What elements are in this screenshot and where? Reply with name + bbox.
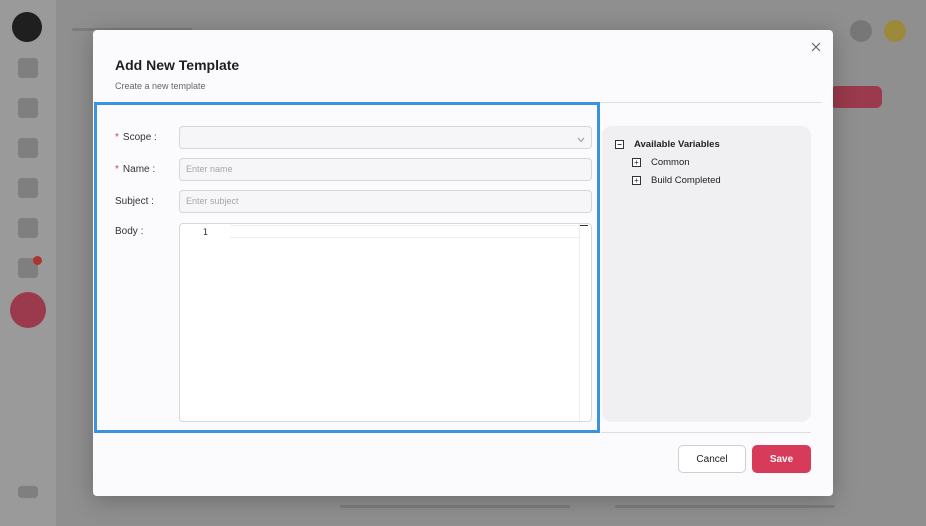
avatar — [884, 20, 906, 42]
modal-title: Add New Template — [115, 57, 240, 73]
notification-badge — [33, 256, 42, 265]
app-logo — [12, 12, 42, 42]
name-input[interactable]: Enter name — [179, 158, 592, 181]
background-text — [615, 505, 835, 508]
active-line[interactable] — [230, 225, 579, 238]
line-number: 1 — [202, 228, 208, 238]
plus-square-icon[interactable]: + — [632, 176, 641, 185]
body-code-editor[interactable]: 1 — [179, 223, 592, 422]
editor-scrollbar[interactable] — [579, 224, 591, 421]
scroll-thumb[interactable] — [580, 225, 588, 226]
close-icon[interactable] — [807, 38, 825, 56]
minus-square-icon[interactable]: − — [615, 140, 624, 149]
body-label: Body : — [115, 226, 144, 237]
background-action-button — [830, 86, 882, 108]
background-sidebar — [0, 0, 56, 526]
subject-label: Subject : — [115, 196, 154, 207]
subject-input[interactable]: Enter subject — [179, 190, 592, 213]
plus-square-icon[interactable]: + — [632, 158, 641, 167]
variable-group-build-completed[interactable]: + Build Completed — [632, 175, 721, 186]
chevron-down-icon — [577, 130, 585, 151]
available-variables-panel: − Available Variables + Common + Build C… — [602, 126, 811, 422]
rocket-icon — [18, 178, 38, 198]
scope-label: * Scope : — [115, 132, 157, 143]
monitor-icon — [18, 138, 38, 158]
list-icon — [18, 98, 38, 118]
settings-active-icon — [10, 292, 46, 328]
scope-select[interactable] — [179, 126, 592, 149]
editor-gutter: 1 — [180, 224, 230, 421]
footer-divider — [601, 432, 811, 433]
save-button[interactable]: Save — [752, 445, 811, 473]
modal-subtitle: Create a new template — [115, 81, 206, 91]
bug-icon — [18, 218, 38, 238]
add-template-modal: Add New Template Create a new template *… — [93, 30, 833, 496]
cancel-button[interactable]: Cancel — [678, 445, 746, 473]
variable-group-common[interactable]: + Common — [632, 157, 690, 168]
collapse-icon — [18, 486, 38, 498]
variables-root[interactable]: − Available Variables — [615, 139, 720, 150]
name-label: * Name : — [115, 164, 156, 175]
dashboard-icon — [18, 58, 38, 78]
background-text — [340, 505, 570, 508]
help-icon — [850, 20, 872, 42]
